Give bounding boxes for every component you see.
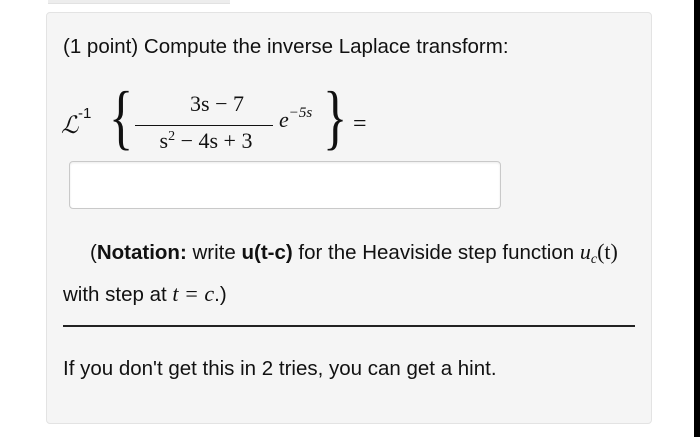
laplace-expression: ℒ -1 { 3s − 7 s2 − 4s + 3 e−5s } = (61, 81, 391, 165)
exponential-term: e−5s (279, 105, 313, 132)
top-tab (48, 0, 230, 4)
left-brace: { (109, 77, 134, 157)
notation-code: u(t-c) (241, 241, 293, 264)
window-edge (694, 0, 700, 437)
fraction-bar (135, 125, 273, 127)
step-location: t = c (172, 281, 215, 306)
laplace-operator: ℒ -1 (61, 105, 92, 139)
notation-label: Notation: (96, 241, 187, 264)
problem-prompt: (1 point) Compute the inverse Laplace tr… (63, 35, 509, 58)
right-brace: } (323, 77, 348, 157)
fraction-numerator: 3s − 7 (190, 91, 244, 116)
exponent: −5s (288, 105, 313, 121)
notation-note: (Notation: write u(t-c) for the Heavisid… (63, 239, 618, 306)
fraction-denominator: s2 − 4s + 3 (159, 128, 253, 153)
problem-card: (1 point) Compute the inverse Laplace tr… (46, 12, 652, 424)
inverse-superscript: -1 (78, 105, 92, 122)
hint-text: If you don't get this in 2 tries, you ca… (63, 357, 497, 380)
answer-input[interactable] (69, 161, 501, 209)
equals-sign: = (353, 111, 367, 137)
divider (63, 325, 635, 327)
heaviside-symbol: uc(t) (579, 239, 618, 267)
